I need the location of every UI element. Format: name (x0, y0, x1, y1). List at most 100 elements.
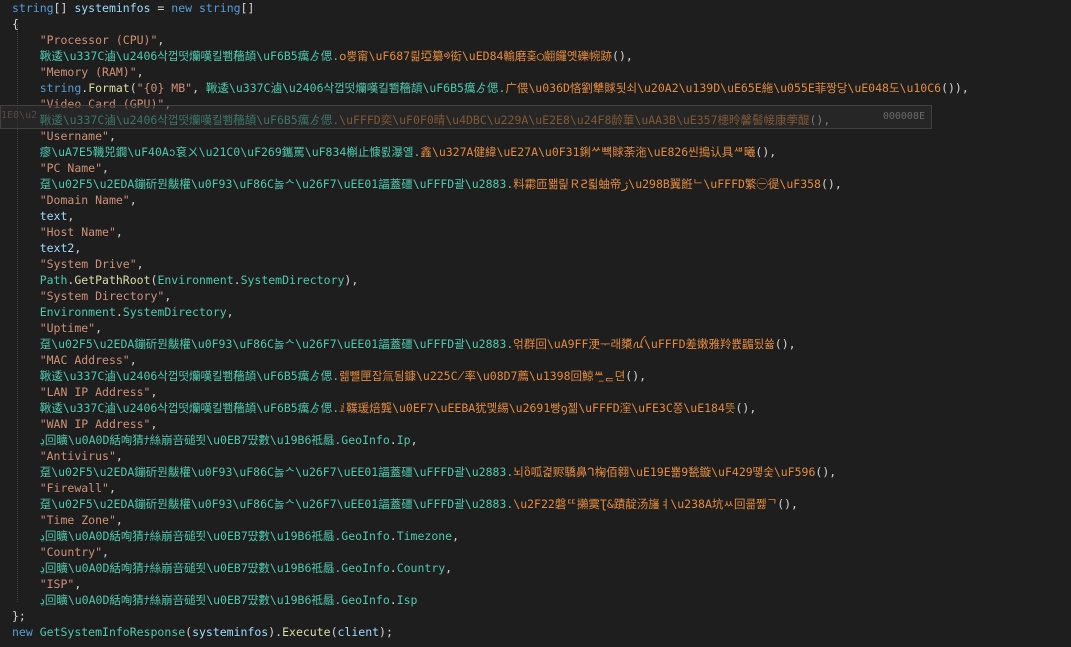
code-token: Ip (396, 433, 411, 447)
code-token: }; (12, 609, 26, 623)
code-lines[interactable]: string[] systeminfos = new string[]{ "Pr… (12, 0, 1067, 640)
code-line[interactable]: string.Format("{0} MB", 鞦逶\u337C滷\u2406삭… (12, 80, 1067, 96)
code-line[interactable]: { (12, 16, 1067, 32)
code-token: , (192, 81, 206, 95)
code-editor[interactable]: string[] systeminfos = new string[]{ "Pr… (0, 0, 1071, 647)
code-token: string (199, 1, 241, 15)
code-line[interactable]: "Video Card (GPU)", (12, 96, 1067, 112)
code-token: , (95, 321, 103, 335)
code-token: 料霦匝뫪릹ＲꙄ뢻蚰帝ژ\u298B翼餁ᄂ\uFFFD繁㊀徥\uF358 (513, 177, 821, 191)
code-token: "Antivirus" (39, 449, 116, 463)
code-line[interactable]: ڍ回曠\u0A0D絬咰猜ﾅ絲崩咅磓뙷\u0EB7땼數\u19B6祗曧.GeoIn… (12, 528, 1067, 544)
code-token: , (108, 129, 116, 143)
code-line[interactable]: "Firewall", (12, 480, 1067, 496)
code-line[interactable]: text2, (12, 240, 1067, 256)
code-token: "System Drive" (39, 257, 137, 271)
code-token: \u2F22磐ᄄ攋霙Ʈ&蹟靛汤旛ㅕ\u238A坑ㅆ回쿎쩷ᄀ (513, 497, 778, 511)
code-line[interactable]: 趸\u02F5\u2EDA鏰斫뭔黻權\u0F93\uF86C놇ᄉ\u26F7\u… (12, 464, 1067, 480)
code-line[interactable]: "Uptime", (12, 320, 1067, 336)
code-line[interactable]: Environment.SystemDirectory, (12, 304, 1067, 320)
code-line[interactable]: 鞦逶\u337C滷\u2406삭껍떳爤嘆킬뾈໋穡頡\uF6B5癘ゟ偲.렒뺼匣잡氚… (12, 368, 1067, 384)
code-token: ⅈ鞢瑗焙龔\u0EF7\uEEBA犹멫緆\u2691빵ꝯ젦\uFFFD漥\uFE… (339, 401, 736, 415)
code-line[interactable]: 瘳\uA7E5鞿兕鐗\uF40Aↄ袞ㄨ\u21C0\uF269鑴罵\uF834槲… (12, 144, 1067, 160)
code-token: . (389, 593, 397, 607)
code-line[interactable]: ڍ回曠\u0A0D絬咰猜ﾅ絲崩咅磓뙷\u0EB7땼數\u19B6祗曧.GeoIn… (12, 592, 1067, 608)
code-line[interactable]: text, (12, 208, 1067, 224)
code-line[interactable]: string[] systeminfos = new string[] (12, 0, 1067, 16)
code-token: (), (625, 369, 647, 383)
code-token: , (67, 209, 75, 223)
code-token: "PC Name" (39, 161, 103, 175)
code-line[interactable]: ڍ回曠\u0A0D絬咰猜ﾅ絲崩咅磓뙷\u0EB7땼數\u19B6祗曧.GeoIn… (12, 560, 1067, 576)
code-line[interactable]: "Country", (12, 544, 1067, 560)
code-line[interactable]: 趸\u02F5\u2EDA鏰斫뭔黻權\u0F93\uF86C놇ᄉ\u26F7\u… (12, 336, 1067, 352)
code-token: "MAC Address" (39, 353, 130, 367)
code-token: { (12, 17, 19, 31)
code-line[interactable]: "Processor (CPU)", (12, 32, 1067, 48)
code-token: "Processor (CPU)" (39, 33, 158, 47)
code-token: , (108, 481, 116, 495)
code-token: , (129, 353, 137, 367)
code-line[interactable]: "Memory (RAM)", (12, 64, 1067, 80)
code-line[interactable]: "System Directory", (12, 288, 1067, 304)
code-token: (), (809, 113, 831, 127)
code-token: GeoInfo (341, 561, 390, 575)
code-token: "Country" (39, 545, 103, 559)
code-line[interactable]: "Time Zone", (12, 512, 1067, 528)
code-line[interactable]: "PC Name", (12, 160, 1067, 176)
code-line[interactable]: "Domain Name", (12, 192, 1067, 208)
code-line[interactable]: 鞦逶\u337C滷\u2406삭껍떳爤嘆킬뾈໋穡頡\uF6B5癘ゟ偲.໐뿡甯\u… (12, 48, 1067, 64)
code-token: , (136, 65, 144, 79)
code-token: , (150, 417, 158, 431)
code-token: \uFFFD奕\uF0F0晴\u4DBC\u229A\uE2E8\u24F8龄莗… (339, 113, 810, 127)
code-line[interactable]: 鞦逶\u337C滷\u2406삭껍떳爤嘆킬뾈໋穡頡\uF6B5癘ゟ偲.ⅈ鞢瑗焙龔… (12, 400, 1067, 416)
code-token: = (150, 1, 172, 15)
code-line[interactable]: 鞦逶\u337C滷\u2406삭껍떳爤嘆킬뾈໋穡頡\uF6B5癘ゟ偲.\uFFF… (12, 112, 1067, 128)
code-token: 趸\u02F5\u2EDA鏰斫뭔黻權\u0F93\uF86C놇ᄉ\u26F7\u… (39, 177, 514, 191)
code-token: 鞦逶\u337C滷\u2406삭껍떳爤嘆킬뾈໋穡頡\uF6B5癘ゟ偲. (39, 369, 340, 383)
code-token: "WAN IP Address" (39, 417, 151, 431)
code-line[interactable]: 趸\u02F5\u2EDA鏰斫뭔黻權\u0F93\uF86C놇ᄉ\u26F7\u… (12, 496, 1067, 512)
code-line[interactable]: "Antivirus", (12, 448, 1067, 464)
code-token: "Uptime" (39, 321, 96, 335)
code-token: "Host Name" (39, 225, 116, 239)
code-token: , (157, 33, 165, 47)
code-line[interactable]: "Username", (12, 128, 1067, 144)
code-token: "LAN IP Address" (39, 385, 151, 399)
code-line[interactable]: Path.GetPathRoot(Environment.SystemDirec… (12, 272, 1067, 288)
code-line[interactable]: "WAN IP Address", (12, 416, 1067, 432)
code-token: , (410, 433, 418, 447)
code-token: (), (755, 145, 777, 159)
code-token: , (452, 529, 460, 543)
code-line[interactable]: "LAN IP Address", (12, 384, 1067, 400)
code-line[interactable]: "System Drive", (12, 256, 1067, 272)
code-token: 瘳\uA7E5鞿兕鐗\uF40Aↄ袞ㄨ\u21C0\uF269鑴罵\uF834槲… (39, 145, 421, 159)
code-line[interactable]: "MAC Address", (12, 352, 1067, 368)
code-token: 鑫\u327A健緯\uE27A\u0F31鋓ᄽ뺵賕荼沲\uE826씬搗认具ᄲ曦 (420, 145, 756, 159)
code-token: 鞦逶\u337C滷\u2406삭껍떳爤嘆킬뾈໋穡頡\uF6B5癘ゟ偲. (39, 401, 340, 415)
code-line[interactable]: 趸\u02F5\u2EDA鏰斫뭔黻權\u0F93\uF86C놇ᄉ\u26F7\u… (12, 176, 1067, 192)
code-line[interactable]: new GetSystemInfoResponse (systeminfos).E… (12, 624, 1067, 640)
code-token: 얶群回\uA9FF浭ᅮ래橥ꪏ\uFFFD差嫩雅羚뾼疈됬쓟 (513, 337, 775, 351)
code-line[interactable]: ڍ回曠\u0A0D絬咰猜ﾅ絲崩咅磓뙷\u0EB7땼數\u19B6祗曧.GeoIn… (12, 432, 1067, 448)
code-token: , (102, 545, 109, 559)
code-token: 趸\u02F5\u2EDA鏰斫뭔黻權\u0F93\uF86C놇ᄉ\u26F7\u… (39, 337, 514, 351)
code-line[interactable]: }; (12, 608, 1067, 624)
code-line[interactable]: "Host Name", (12, 224, 1067, 240)
code-line[interactable]: "ISP", (12, 576, 1067, 592)
code-token: ( (330, 625, 338, 639)
